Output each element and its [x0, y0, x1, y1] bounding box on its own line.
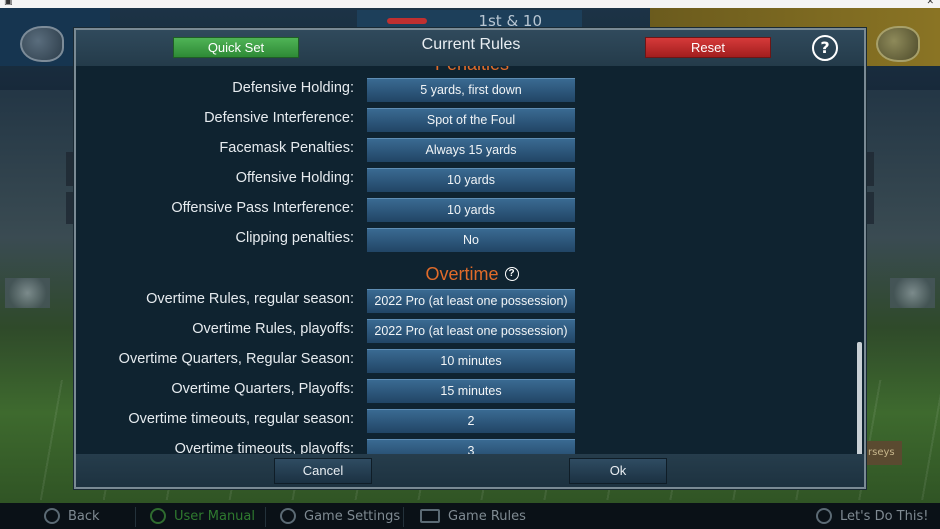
bottom-nav-bar: Back User Manual Game Settings Game Rule… [0, 503, 940, 529]
rules-scroll-area[interactable]: Penalties Defensive Holding: 5 yards, fi… [76, 66, 864, 454]
rule-label: Offensive Holding: [235, 170, 354, 186]
helmet-icon [20, 26, 64, 62]
rule-value-button[interactable]: 5 yards, first down [367, 78, 575, 102]
info-icon [150, 508, 166, 524]
rule-label: Overtime Quarters, Regular Season: [118, 351, 354, 367]
section-title-penalties: Penalties [76, 66, 864, 75]
scrollbar-thumb[interactable] [857, 342, 862, 454]
close-icon[interactable]: ✕ [926, 0, 934, 7]
rule-value-button[interactable]: 2 [367, 409, 575, 433]
rules-dialog: Quick Set Current Rules Reset ? Penaltie… [74, 28, 866, 489]
cancel-button[interactable]: Cancel [274, 458, 372, 484]
rule-row: Overtime timeouts, regular season: 2 [76, 409, 864, 433]
rule-value-button[interactable]: No [367, 228, 575, 252]
stadium-light [5, 278, 50, 308]
nav-divider [265, 507, 266, 527]
back-button[interactable]: Back [44, 503, 100, 529]
section-title-overtime: Overtime? [76, 264, 864, 285]
helmet-icon [816, 508, 832, 524]
rule-row: Overtime timeouts, playoffs: 3 [76, 439, 864, 454]
rule-row: Overtime Rules, playoffs: 2022 Pro (at l… [76, 319, 864, 343]
rule-label: Overtime Rules, regular season: [146, 291, 354, 307]
score-indicator [387, 18, 427, 24]
rule-label: Defensive Interference: [204, 110, 354, 126]
rule-row: Offensive Holding: 10 yards [76, 168, 864, 192]
rule-value-button[interactable]: Always 15 yards [367, 138, 575, 162]
help-icon[interactable]: ? [504, 267, 519, 281]
rule-label: Overtime Quarters, Playoffs: [171, 381, 354, 397]
gear-icon [280, 508, 296, 524]
game-settings-button[interactable]: Game Settings [280, 503, 400, 529]
rule-value-button[interactable]: 2022 Pro (at least one possession) [367, 319, 575, 343]
dialog-footer: Cancel Ok [76, 454, 864, 487]
ok-button[interactable]: Ok [569, 458, 667, 484]
user-manual-button[interactable]: User Manual [150, 503, 255, 529]
rule-value-button[interactable]: 10 yards [367, 198, 575, 222]
helmet-icon [876, 26, 920, 62]
game-rules-button[interactable]: Game Rules [420, 503, 526, 529]
rule-label: Overtime timeouts, regular season: [128, 411, 354, 427]
rule-value-button[interactable]: Spot of the Foul [367, 108, 575, 132]
rule-row: Defensive Holding: 5 yards, first down [76, 78, 864, 102]
stadium-light [890, 278, 935, 308]
lets-do-this-button[interactable]: Let's Do This! [816, 503, 928, 529]
rule-value-button[interactable]: 3 [367, 439, 575, 454]
rule-value-button[interactable]: 10 yards [367, 168, 575, 192]
rule-row: Overtime Quarters, Playoffs: 15 minutes [76, 379, 864, 403]
app-icon: ▣ [4, 0, 13, 7]
rule-row: Offensive Pass Interference: 10 yards [76, 198, 864, 222]
reset-button[interactable]: Reset [645, 37, 771, 58]
rule-row: Clipping penalties: No [76, 228, 864, 252]
rule-value-button[interactable]: 2022 Pro (at least one possession) [367, 289, 575, 313]
jerseys-button: rseys [864, 441, 902, 465]
rule-value-button[interactable]: 15 minutes [367, 379, 575, 403]
nav-divider [135, 507, 136, 527]
rule-row: Defensive Interference: Spot of the Foul [76, 108, 864, 132]
dialog-title: Current Rules [421, 36, 521, 53]
rule-label: Clipping penalties: [235, 230, 355, 246]
rule-label: Defensive Holding: [232, 80, 354, 96]
help-icon[interactable]: ? [812, 35, 838, 61]
rule-label: Facemask Penalties: [219, 140, 354, 156]
quick-set-button[interactable]: Quick Set [173, 37, 299, 58]
rule-label: Overtime Rules, playoffs: [192, 321, 354, 337]
scoreboard-icon [420, 509, 440, 523]
rule-value-button[interactable]: 10 minutes [367, 349, 575, 373]
rule-row: Overtime Rules, regular season: 2022 Pro… [76, 289, 864, 313]
nav-divider [403, 507, 404, 527]
rule-label: Offensive Pass Interference: [171, 200, 354, 216]
rule-label: Overtime timeouts, playoffs: [174, 441, 354, 454]
window-titlebar: ▣ ✕ [0, 0, 940, 8]
rule-row: Overtime Quarters, Regular Season: 10 mi… [76, 349, 864, 373]
rule-row: Facemask Penalties: Always 15 yards [76, 138, 864, 162]
dialog-header: Quick Set Current Rules Reset ? [76, 30, 864, 66]
back-arrow-icon [44, 508, 60, 524]
